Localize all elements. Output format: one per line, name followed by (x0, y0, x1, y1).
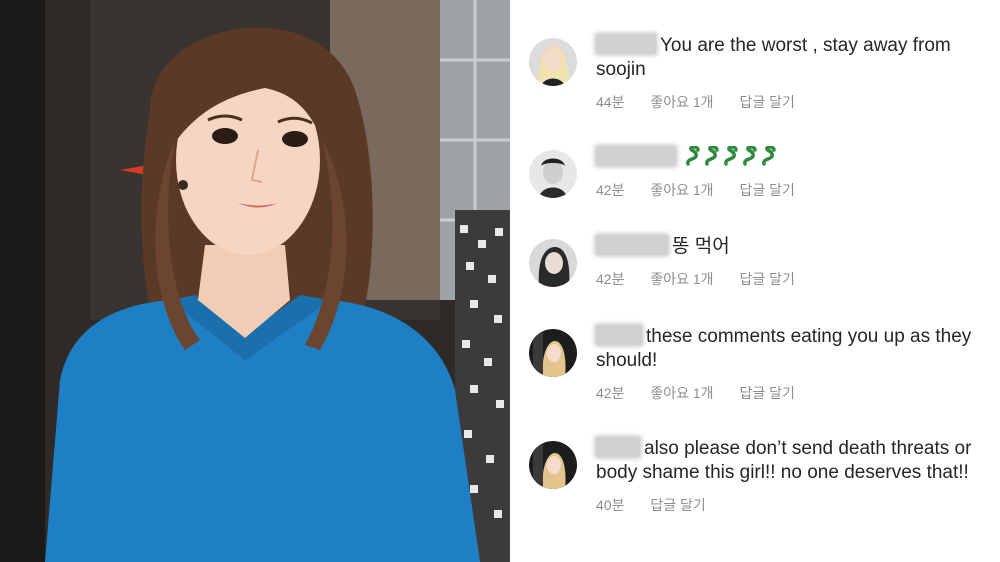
comment-time: 42분 (596, 271, 625, 287)
avatar[interactable] (529, 239, 577, 287)
blurred-username (596, 235, 668, 255)
comment-meta: 44분 좋아요 1개 답글 달기 (596, 92, 991, 112)
comment-body: also please don’t send death threats or … (596, 438, 972, 483)
comment-body: 똥 먹어 (672, 236, 730, 257)
reply-button[interactable]: 답글 달기 (739, 94, 794, 110)
reply-button[interactable]: 답글 달기 (739, 271, 794, 287)
comment-likes[interactable]: 좋아요 1개 (650, 182, 713, 198)
avatar[interactable] (529, 329, 577, 377)
comment-text: also please don’t send death threats or … (596, 437, 991, 485)
photo-panel (0, 0, 510, 562)
comment-text (596, 146, 991, 170)
comment-meta: 42분 좋아요 1개 답글 달기 (596, 383, 991, 403)
reply-button[interactable]: 답글 달기 (739, 182, 794, 198)
blurred-username (596, 325, 642, 345)
blurred-username (596, 146, 676, 166)
reply-button[interactable]: 답글 달기 (650, 497, 705, 513)
comment-likes[interactable]: 좋아요 1개 (650, 271, 713, 287)
comment-meta: 40분 답글 달기 (596, 495, 991, 515)
snake-emoji (743, 146, 758, 166)
comment-meta: 42분 좋아요 1개 답글 달기 (596, 269, 991, 289)
avatar[interactable] (529, 441, 577, 489)
comment-time: 42분 (596, 182, 625, 198)
snake-emoji (724, 146, 739, 166)
comment-text: these comments eating you up as they sho… (596, 325, 991, 373)
comment-meta: 42분 좋아요 1개 답글 달기 (596, 180, 991, 200)
snake-emoji (762, 146, 777, 166)
snake-emoji (705, 146, 720, 166)
avatar[interactable] (529, 38, 577, 86)
comment-body: these comments eating you up as they sho… (596, 326, 972, 371)
comment-time: 40분 (596, 497, 625, 513)
snake-emoji (686, 146, 701, 166)
comment-likes[interactable]: 좋아요 1개 (650, 385, 713, 401)
comment-list: You are the worst , stay away from sooji… (510, 0, 1000, 562)
avatar[interactable] (529, 150, 577, 198)
blurred-username (596, 34, 656, 54)
woman-photo (0, 0, 510, 562)
reply-button[interactable]: 답글 달기 (739, 385, 794, 401)
comment-time: 44분 (596, 94, 625, 110)
comment-time: 42분 (596, 385, 625, 401)
blurred-username (596, 437, 640, 457)
comment-text: You are the worst , stay away from sooji… (596, 34, 991, 82)
comment-text: 똥 먹어 (596, 235, 991, 259)
comment-likes[interactable]: 좋아요 1개 (650, 94, 713, 110)
